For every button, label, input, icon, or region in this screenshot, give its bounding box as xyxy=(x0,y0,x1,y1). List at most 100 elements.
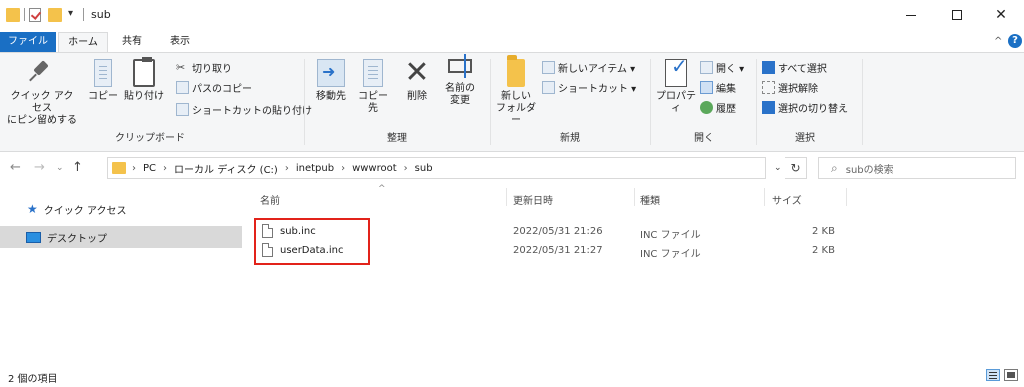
quick-access-divider xyxy=(24,8,25,21)
breadcrumb-pc[interactable]: PC xyxy=(143,163,156,174)
paste-shortcut-icon xyxy=(176,102,189,116)
pin-to-quick-access-button[interactable]: クイック アクセス にピン留めする xyxy=(6,59,78,127)
large-icons-view-icon[interactable] xyxy=(1004,369,1018,381)
column-type[interactable]: 種類 xyxy=(640,192,660,207)
copy-to-icon xyxy=(363,59,383,87)
move-to-label: 移動先 xyxy=(316,91,346,102)
new-folder-label-2: フォルダー xyxy=(496,103,536,126)
copy-path-icon xyxy=(176,80,189,94)
refresh-button[interactable]: ↻ xyxy=(785,157,807,179)
column-divider[interactable] xyxy=(764,188,765,206)
properties-button[interactable]: プロパティ xyxy=(654,59,698,115)
tab-home[interactable]: ホーム xyxy=(58,32,108,52)
forward-button[interactable]: → xyxy=(34,160,45,175)
breadcrumb-inetpub[interactable]: inetpub xyxy=(296,163,334,174)
search-placeholder: subの検索 xyxy=(845,164,894,176)
column-name[interactable]: 名前 xyxy=(260,192,280,207)
breadcrumb-separator[interactable]: › xyxy=(285,163,289,174)
minimize-icon xyxy=(906,14,916,16)
tab-share[interactable]: 共有 xyxy=(112,32,152,52)
new-folder-button[interactable]: 新しい フォルダー xyxy=(494,55,538,127)
new-folder-label-1: 新しい xyxy=(501,91,531,102)
minimize-button[interactable] xyxy=(888,0,934,30)
breadcrumb-separator[interactable]: › xyxy=(163,163,167,174)
up-button[interactable]: ↑ xyxy=(72,160,83,175)
copy-button[interactable]: コピー xyxy=(88,59,118,103)
file-size: 2 KB xyxy=(812,245,835,256)
help-icon[interactable]: ? xyxy=(1008,34,1022,48)
recent-locations-dropdown[interactable]: ⌄ xyxy=(56,163,64,173)
open-button[interactable]: 開く ▾ xyxy=(700,59,744,75)
search-input[interactable]: ⌕ subの検索 xyxy=(818,157,1016,179)
clipboard-group-label: クリップボード xyxy=(115,133,185,144)
properties-icon xyxy=(665,59,688,87)
address-history-dropdown[interactable]: ⌄ xyxy=(774,163,782,173)
history-label: 履歴 xyxy=(716,103,736,115)
breadcrumb-separator[interactable]: › xyxy=(341,163,345,174)
edit-label: 編集 xyxy=(716,83,736,95)
breadcrumb-wwwroot[interactable]: wwwroot xyxy=(352,163,397,174)
copy-path-button[interactable]: パスのコピー xyxy=(176,79,252,95)
properties-quick-icon[interactable] xyxy=(29,8,41,22)
rename-button[interactable]: 名前の 変更 xyxy=(440,54,480,107)
file-type: INC ファイル xyxy=(640,249,701,260)
breadcrumb-separator[interactable]: › xyxy=(404,163,408,174)
copy-icon xyxy=(94,59,112,87)
breadcrumb-separator[interactable]: › xyxy=(132,163,136,174)
tab-view[interactable]: 表示 xyxy=(160,32,200,52)
select-all-label: すべて選択 xyxy=(778,63,827,75)
shortcut-button[interactable]: ショートカット ▾ xyxy=(542,79,636,95)
group-divider xyxy=(862,59,863,145)
rename-label-2: 変更 xyxy=(450,95,470,106)
folder-icon xyxy=(112,162,126,174)
column-divider[interactable] xyxy=(846,188,847,206)
title-divider xyxy=(83,8,84,21)
column-divider[interactable] xyxy=(634,188,635,206)
breadcrumb-sub[interactable]: sub xyxy=(415,163,433,174)
new-item-button[interactable]: 新しいアイテム ▾ xyxy=(542,59,635,75)
new-folder-quick-icon[interactable] xyxy=(48,8,62,22)
copy-path-label: パスのコピー xyxy=(192,83,252,95)
edit-icon xyxy=(700,80,713,94)
file-date: 2022/05/31 21:27 xyxy=(513,245,603,256)
nav-item-desktop[interactable]: デスクトップ xyxy=(0,226,242,248)
customize-toolbar-dropdown[interactable]: ▾ xyxy=(68,8,73,19)
address-bar[interactable]: › PC › ローカル ディスク (C:) › inetpub › wwwroo… xyxy=(107,157,766,179)
column-date[interactable]: 更新日時 xyxy=(513,192,553,207)
folder-icon xyxy=(507,55,525,87)
cut-button[interactable]: ✂ 切り取り xyxy=(176,59,232,75)
move-to-button[interactable]: 移動先 xyxy=(312,59,350,103)
delete-button[interactable]: ✕ 削除 xyxy=(400,58,434,103)
close-button[interactable]: ✕ xyxy=(978,0,1024,30)
select-all-icon xyxy=(762,60,775,74)
details-view-icon[interactable] xyxy=(986,369,1000,381)
paste-button[interactable]: 貼り付け xyxy=(124,57,164,103)
tab-file[interactable]: ファイル xyxy=(0,32,56,52)
open-icon xyxy=(700,60,713,74)
column-size[interactable]: サイズ xyxy=(772,192,802,207)
copy-to-button[interactable]: コピー先 xyxy=(354,59,392,115)
breadcrumb-local-disk[interactable]: ローカル ディスク (C:) xyxy=(174,161,278,176)
maximize-button[interactable] xyxy=(934,0,980,30)
column-divider[interactable] xyxy=(506,188,507,206)
select-all-button[interactable]: すべて選択 xyxy=(762,59,827,75)
paste-shortcut-button[interactable]: ショートカットの貼り付け xyxy=(176,101,312,117)
group-divider xyxy=(756,59,757,145)
navigation-pane: ★ クイック アクセス デスクトップ xyxy=(0,190,250,360)
back-button[interactable]: ← xyxy=(10,160,21,175)
title-bar: ▾ sub ✕ xyxy=(0,0,1024,30)
maximize-icon xyxy=(952,10,962,20)
edit-button[interactable]: 編集 xyxy=(700,79,736,95)
search-icon: ⌕ xyxy=(831,160,838,175)
history-button[interactable]: 履歴 xyxy=(700,99,736,115)
star-icon: ★ xyxy=(27,202,38,216)
new-item-icon xyxy=(542,60,555,74)
nav-item-quick-access[interactable]: ★ クイック アクセス xyxy=(0,198,242,220)
invert-selection-button[interactable]: 選択の切り替え xyxy=(762,99,848,115)
desktop-icon xyxy=(26,231,41,243)
collapse-ribbon-button[interactable]: ^ xyxy=(994,36,1002,47)
shortcut-label: ショートカット ▾ xyxy=(558,83,637,95)
highlight-box xyxy=(254,218,370,265)
select-none-label: 選択解除 xyxy=(778,83,818,95)
select-none-button[interactable]: 選択解除 xyxy=(762,79,818,95)
